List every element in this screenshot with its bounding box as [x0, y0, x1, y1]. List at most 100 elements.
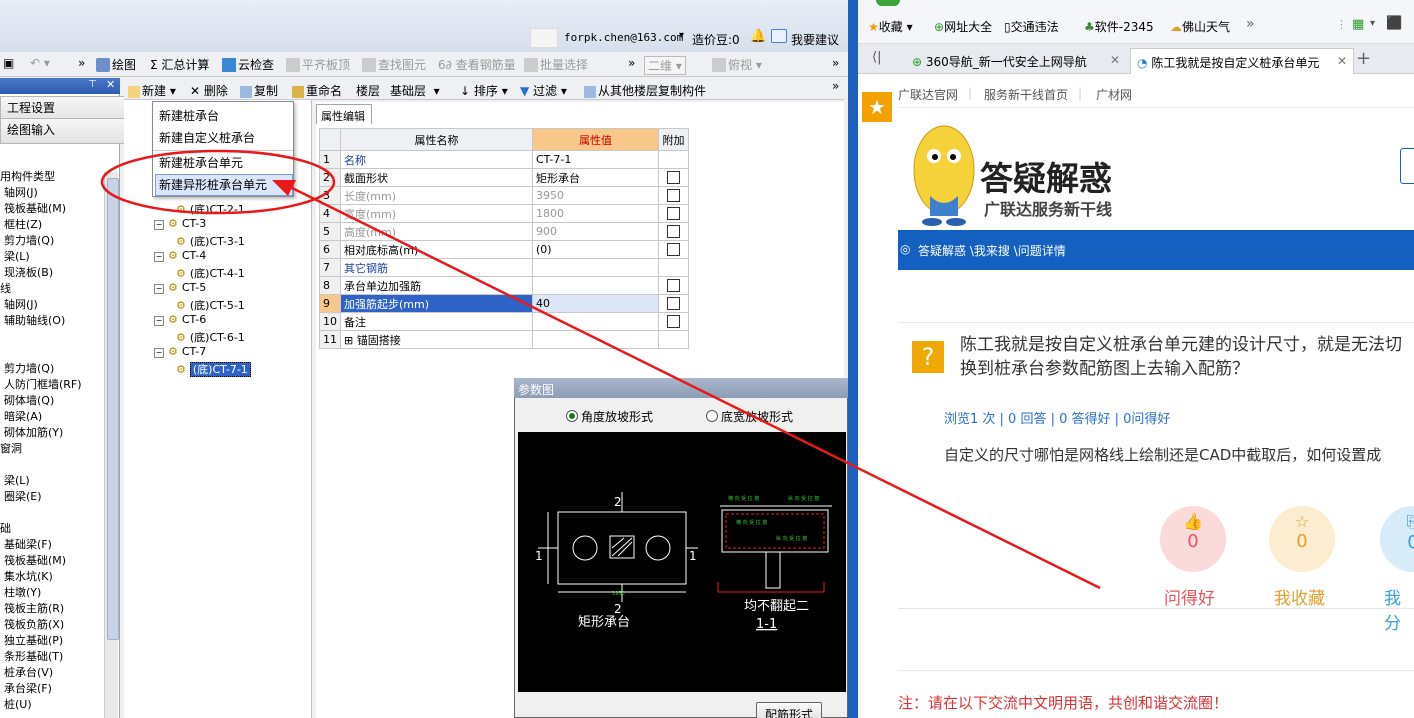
property-row[interactable]: 11 ⊞ 锚固搭接 [319, 330, 689, 349]
apps-dropdown-icon[interactable]: ▾ [1370, 18, 1375, 29]
radio-bottom-width-slope[interactable]: 底宽放坡形式 [706, 408, 793, 425]
nav-item[interactable]: 暗梁(A) [4, 408, 42, 424]
property-value[interactable] [532, 330, 659, 349]
close-panel-icon[interactable]: ✕ [106, 78, 115, 91]
nav-item[interactable]: 剪力墙(Q) [4, 232, 54, 248]
nav-item[interactable]: 砌体加筋(Y) [4, 424, 63, 440]
extra-checkbox[interactable] [667, 243, 680, 257]
property-value[interactable] [532, 276, 659, 295]
tree-group[interactable]: − ⚙ CT-3 [154, 217, 206, 230]
property-row[interactable]: 3 长度(mm) 3950 [319, 186, 689, 205]
bookmark-item[interactable]: ☁佛山天气 [1170, 18, 1230, 35]
favorites-button[interactable]: ★收藏 ▾ [868, 18, 913, 35]
property-value[interactable] [532, 312, 659, 331]
undo-icon[interactable]: ↶ ▾ [30, 56, 50, 70]
property-row[interactable]: 6 相对底标高(m) (0) [319, 240, 689, 259]
nav-item[interactable]: 框柱(Z) [4, 216, 42, 232]
overflow-icon[interactable]: » [78, 56, 85, 70]
extra-checkbox[interactable] [667, 189, 680, 203]
view-rebar-button[interactable]: 6∂ 查看钢筋量 [438, 56, 516, 73]
tab-close-icon[interactable]: ✕ [1110, 53, 1120, 67]
filter-button[interactable]: ▼ 过滤 ▾ [520, 82, 567, 99]
tab-property-edit[interactable]: 属性编辑 [316, 104, 372, 124]
drawing-input-button[interactable]: 绘图输入 [0, 118, 132, 144]
nav-group[interactable]: 窗洞 [0, 440, 22, 456]
nav-group[interactable]: 线 [0, 280, 11, 296]
tab-question[interactable]: ◔ 陈工我就是按自定义桩承台单元 ✕ [1130, 48, 1354, 74]
search-box[interactable] [1400, 148, 1414, 184]
tree-item[interactable]: ⚙ (底)CT-5-1 [176, 297, 245, 313]
helpful-button[interactable]: 👍 0 [1160, 506, 1226, 572]
collapse-icon[interactable]: − [154, 316, 164, 326]
tree-group[interactable]: − ⚙ CT-4 [154, 249, 206, 262]
nav-item[interactable]: 承台梁(F) [4, 680, 52, 696]
property-value[interactable]: 1800 [532, 204, 659, 223]
more-bookmarks-icon[interactable]: » [1246, 16, 1255, 32]
account-dropdown-icon[interactable]: ▾ [679, 30, 684, 41]
property-value[interactable]: CT-7-1 [532, 150, 659, 169]
property-value[interactable]: 矩形承台 [532, 168, 659, 187]
menu-new-custom-pile-cap[interactable]: 新建自定义桩承台 [159, 129, 255, 146]
tab-close-icon[interactable]: ✕ [1336, 54, 1347, 68]
nav-scroll-thumb[interactable] [107, 178, 119, 640]
rebar-form-button[interactable]: 配筋形式 [756, 702, 822, 718]
collapse-icon[interactable]: − [154, 284, 164, 294]
nav-item[interactable]: 桩(U) [4, 696, 32, 712]
menu-new-pile-cap-unit[interactable]: 新建桩承台单元 [159, 154, 243, 171]
draw-button[interactable]: 绘图 [96, 56, 136, 73]
nav-group[interactable]: 用构件类型 [0, 168, 55, 184]
property-row[interactable]: 1 名称 CT-7-1 [319, 150, 689, 169]
bookmark-item[interactable]: ▯交通违法 [1004, 18, 1059, 35]
floor-select[interactable]: 基础层 ▾ [390, 82, 450, 99]
breadcrumb[interactable]: 答疑解惑 \我来搜 \问题详情 [918, 242, 1066, 259]
nav-item[interactable]: 基础梁(F) [4, 536, 52, 552]
bookmark-item[interactable]: ⊕网址大全 [934, 18, 992, 35]
property-row[interactable]: 2 截面形状 矩形承台 [319, 168, 689, 187]
overflow2-icon[interactable]: » [628, 56, 635, 70]
extra-checkbox[interactable] [667, 297, 680, 311]
nav-item-selected[interactable]: 桩承台(V) [4, 664, 53, 680]
collapse-icon[interactable]: − [154, 220, 164, 230]
tree-item[interactable]: ⚙ (底)CT-2-1 [176, 201, 245, 217]
favorite-star-icon[interactable]: ★ [862, 92, 892, 122]
extension-icon[interactable]: ⬛ [1386, 16, 1402, 31]
property-value[interactable]: (0) [532, 240, 659, 259]
site-link[interactable]: 广联达官网 [898, 86, 958, 103]
property-row[interactable]: 5 高度(mm) 900 [319, 222, 689, 241]
nav-item[interactable]: 筏板主筋(R) [4, 600, 64, 616]
sort-button[interactable]: ↓ 排序 ▾ [460, 82, 508, 99]
property-value[interactable]: 900 [532, 222, 659, 241]
bookmark-item[interactable]: ♣软件-2345 [1084, 18, 1154, 35]
nav-item[interactable]: 筏板负筋(X) [4, 616, 64, 632]
menu-new-irregular-pile-cap-unit[interactable]: 新建异形桩承台单元 [159, 176, 267, 193]
nav-item[interactable]: 剪力墙(Q) [4, 360, 54, 376]
sum-button[interactable]: Σ 汇总计算 [150, 56, 209, 73]
flat-slab-button[interactable]: 平齐板顶 [286, 56, 350, 73]
nav-item[interactable]: 辅助轴线(O) [4, 312, 65, 328]
copy-from-floor-button[interactable]: 从其他楼层复制构件 [584, 82, 706, 99]
nav-item[interactable]: 集水坑(K) [4, 568, 53, 584]
apps-icon[interactable]: ▦ [1352, 17, 1364, 32]
nav-item[interactable]: 筏板基础(M) [4, 200, 66, 216]
property-value[interactable]: 3950 [532, 186, 659, 205]
new-button[interactable]: 新建 ▾ [128, 82, 176, 99]
nav-item[interactable]: 轴网(J) [4, 296, 38, 312]
nav-item[interactable]: 人防门框墙(RF) [4, 376, 82, 392]
property-value[interactable] [532, 258, 659, 277]
radio-angle-slope[interactable]: 角度放坡形式 [566, 408, 653, 425]
property-row[interactable]: 9 加强筋起步(mm) 40 [319, 294, 689, 313]
overflow3-icon[interactable]: » [832, 56, 839, 70]
expand-icon[interactable]: ⊞ [344, 334, 357, 347]
extra-checkbox[interactable] [667, 171, 680, 185]
collect-button[interactable]: ☆ 0 [1269, 506, 1335, 572]
nav-item[interactable]: 梁(L) [4, 248, 30, 264]
account-label[interactable]: forpk.chen@163.com [564, 31, 683, 44]
nav-item[interactable]: 圈梁(E) [4, 488, 42, 504]
extra-checkbox[interactable] [667, 225, 680, 239]
new-tab-icon[interactable]: + [1356, 48, 1371, 69]
extra-checkbox[interactable] [667, 207, 680, 221]
bell-icon[interactable]: 🔔 [750, 29, 766, 44]
tree-item-selected[interactable]: ⚙ (底)CT-7-1 [176, 361, 251, 377]
property-row[interactable]: 10 备注 [319, 312, 689, 331]
collapse-icon[interactable]: − [154, 348, 164, 358]
